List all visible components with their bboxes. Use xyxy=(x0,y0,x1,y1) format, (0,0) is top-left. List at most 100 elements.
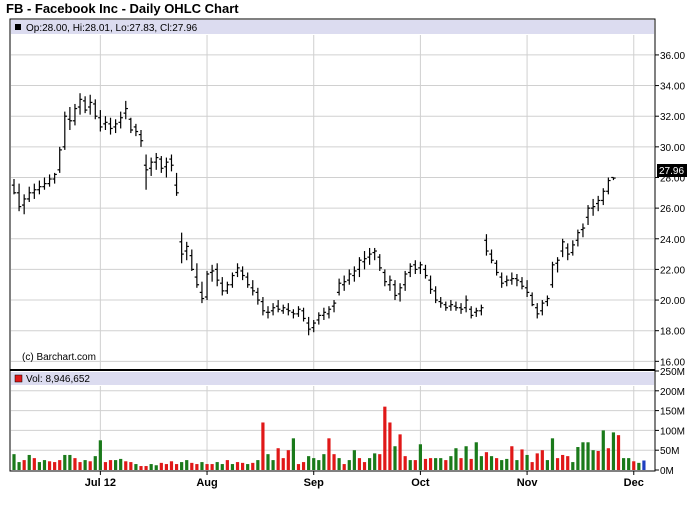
volume-bar xyxy=(139,466,143,470)
volume-bar xyxy=(601,430,605,470)
volume-bar xyxy=(215,462,219,470)
volume-bar xyxy=(413,460,417,470)
volume-bar xyxy=(555,458,560,470)
volume-bar xyxy=(347,460,351,470)
volume-bar xyxy=(63,454,67,470)
volume-tick-label: 200M xyxy=(660,387,685,398)
volume-bar xyxy=(459,458,463,470)
volume-bar xyxy=(550,438,555,470)
volume-bar xyxy=(444,460,448,470)
volume-bar xyxy=(586,442,590,470)
volume-legend-marker xyxy=(14,374,23,383)
volume-bar xyxy=(627,458,631,470)
volume-bar xyxy=(464,446,468,470)
volume-bar xyxy=(200,462,204,470)
volume-bar xyxy=(291,438,295,470)
volume-bar xyxy=(611,432,616,470)
price-header-text: Op:28.00, Hi:28.01, Lo:27.83, Cl:27.96 xyxy=(26,23,198,34)
volume-bar xyxy=(342,464,346,470)
volume-bar xyxy=(286,450,290,470)
volume-bar xyxy=(58,460,62,470)
volume-bar xyxy=(47,461,52,470)
volume-bar xyxy=(42,460,47,470)
volume-bar xyxy=(423,458,428,470)
price-tick-label: 22.00 xyxy=(660,265,685,276)
volume-tick-label: 250M xyxy=(660,367,685,378)
price-tick-label: 26.00 xyxy=(660,204,685,215)
volume-bar xyxy=(505,458,509,470)
volume-bar xyxy=(418,444,422,470)
volume-bar xyxy=(515,460,519,470)
volume-bar xyxy=(642,460,646,470)
volume-bar xyxy=(22,460,26,470)
volume-bar xyxy=(276,448,280,470)
volume-bar xyxy=(119,458,123,470)
volume-bar xyxy=(195,464,199,470)
volume-bar xyxy=(322,454,326,470)
volume-bar xyxy=(114,460,118,470)
volume-bar xyxy=(68,454,72,470)
price-tick-label: 36.00 xyxy=(660,51,685,62)
volume-bar xyxy=(312,458,316,470)
price-panel-frame xyxy=(9,18,656,371)
volume-bar xyxy=(637,462,641,470)
volume-bar xyxy=(281,458,285,470)
volume-panel: Vol: 8,946,652 0M 50M 100M 150M 200M 250M xyxy=(9,367,685,477)
volume-tick-label: 150M xyxy=(660,407,685,418)
volume-bar xyxy=(103,462,108,470)
volume-bar xyxy=(403,456,407,470)
volume-bar xyxy=(98,440,102,470)
volume-bar xyxy=(88,461,92,470)
volume-bar xyxy=(32,458,36,470)
volume-bar xyxy=(53,462,57,470)
volume-bar xyxy=(17,462,21,470)
volume-bar xyxy=(301,462,306,470)
volume-bar xyxy=(73,458,77,470)
volume-bar xyxy=(439,458,443,470)
x-tick-label: Aug xyxy=(196,477,217,489)
volume-bar xyxy=(261,422,265,470)
price-axis-ticks: 16.0018.0020.0022.0024.0026.0028.0030.00… xyxy=(655,51,685,368)
volume-bar xyxy=(210,464,214,470)
volume-bar xyxy=(27,454,31,470)
volume-header-band xyxy=(11,372,654,385)
volume-bar xyxy=(180,462,184,470)
volume-bar xyxy=(230,464,235,470)
volume-bar xyxy=(271,460,275,470)
x-axis-ticks: Jul 12 Aug Sep Oct Nov Dec xyxy=(85,471,644,489)
volume-bar xyxy=(185,460,189,470)
volume-tick-label: 50M xyxy=(660,446,679,457)
volume-header-text: Vol: 8,946,652 xyxy=(26,374,90,385)
price-tick-label: 24.00 xyxy=(660,235,685,246)
volume-bar xyxy=(307,456,311,470)
volume-bar xyxy=(398,434,402,470)
volume-bar xyxy=(373,453,377,470)
volume-bar xyxy=(327,438,331,470)
volume-bar xyxy=(576,447,580,470)
volume-bar xyxy=(337,458,341,470)
volume-bar xyxy=(266,454,270,470)
x-tick-label: Nov xyxy=(517,477,539,489)
watermark: (c) Barchart.com xyxy=(22,352,96,363)
x-tick-label: Dec xyxy=(624,477,644,489)
volume-bar xyxy=(149,464,153,470)
volume-bar xyxy=(540,450,544,470)
volume-bar xyxy=(428,458,433,470)
volume-bar xyxy=(474,442,478,470)
volume-bar xyxy=(296,464,301,470)
volume-bar xyxy=(495,458,499,470)
volume-bar xyxy=(190,462,194,470)
volume-bar xyxy=(83,460,87,470)
volume-bar xyxy=(469,458,473,470)
volume-axis-ticks: 0M 50M 100M 150M 200M 250M xyxy=(655,367,685,477)
volume-bar xyxy=(124,461,128,470)
volume-bar xyxy=(352,450,356,470)
volume-bar xyxy=(383,406,387,470)
volume-bar xyxy=(571,462,575,470)
x-tick-label: Sep xyxy=(304,477,324,489)
volume-bar xyxy=(164,464,168,470)
volume-bar xyxy=(566,456,570,470)
volume-bar xyxy=(134,464,138,470)
volume-bar xyxy=(129,462,133,470)
volume-bar xyxy=(93,456,97,470)
